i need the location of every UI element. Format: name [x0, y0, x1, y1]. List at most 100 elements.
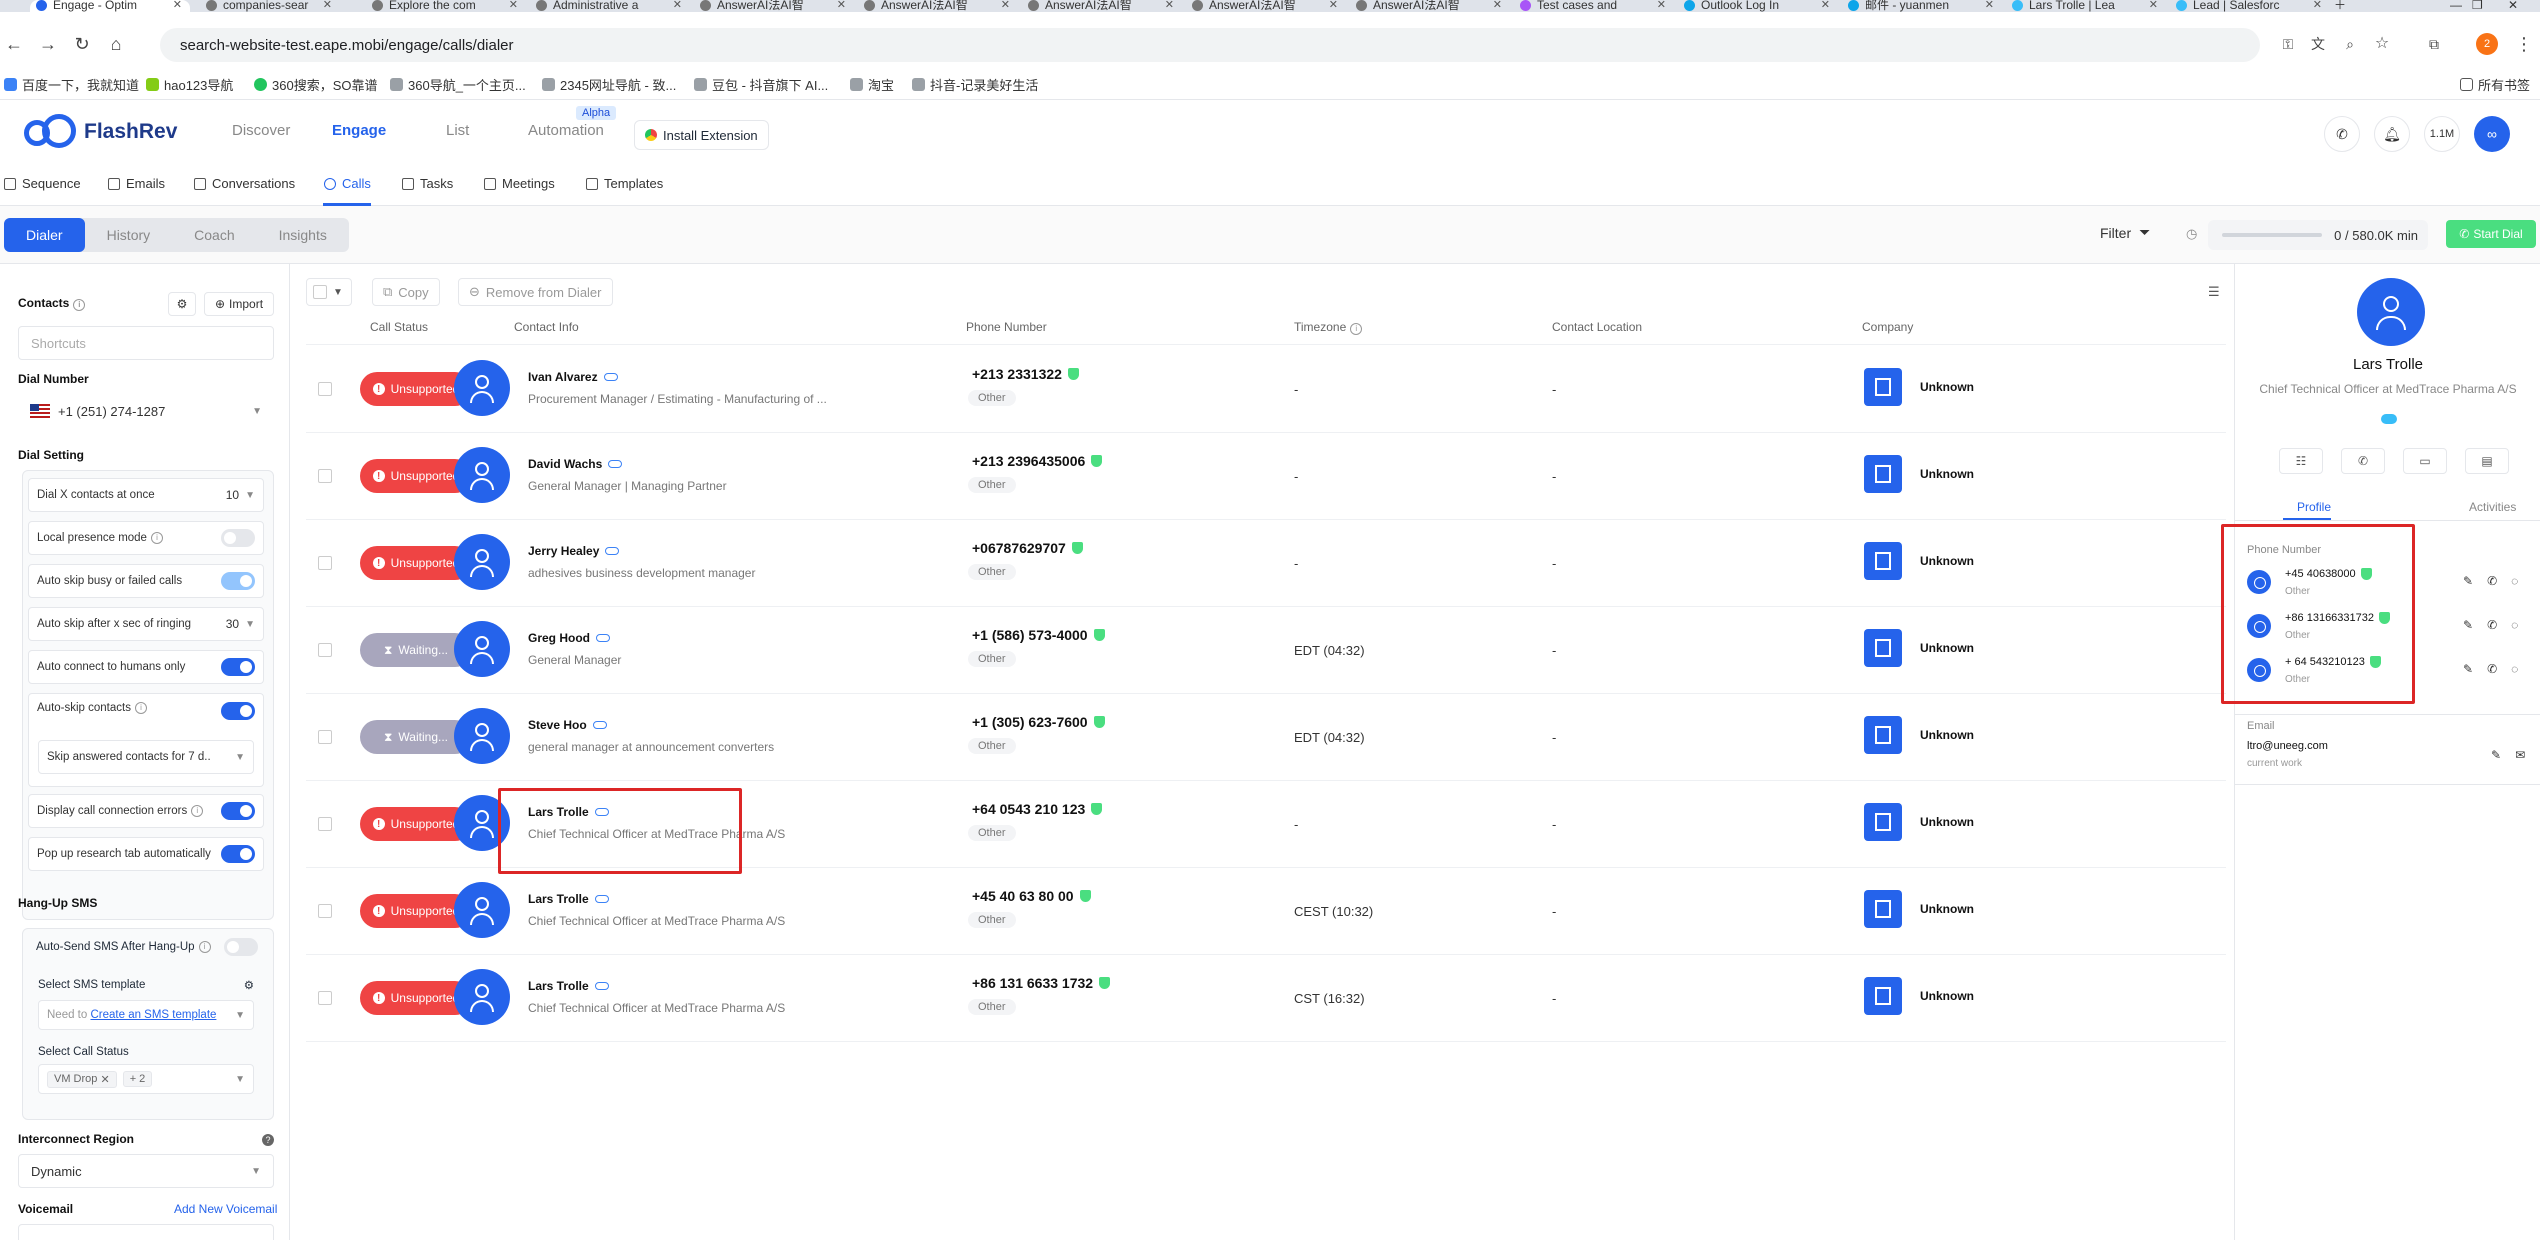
- extensions-icon[interactable]: ⧉: [2422, 32, 2446, 56]
- subnav-conversations[interactable]: Conversations: [194, 176, 295, 191]
- contact-avatar[interactable]: [454, 708, 510, 764]
- skip-answered-select[interactable]: Skip answered contacts for 7 d.. ▼: [38, 740, 254, 774]
- phone-icon[interactable]: ✆: [2324, 116, 2360, 152]
- bookmark-item[interactable]: 豆包 - 抖音旗下 AI...: [694, 75, 828, 94]
- close-tab-icon[interactable]: ✕: [1001, 0, 1018, 11]
- contact-name[interactable]: David Wachs: [528, 457, 623, 471]
- close-tab-icon[interactable]: ✕: [1657, 0, 1674, 11]
- subnav-sequence[interactable]: Sequence: [4, 176, 81, 191]
- salesforce-icon[interactable]: [2381, 414, 2397, 424]
- contact-name[interactable]: Lars Trolle: [528, 979, 609, 993]
- contact-avatar[interactable]: [454, 969, 510, 1025]
- browser-tab[interactable]: Lead | Salesforc ✕: [2170, 0, 2330, 12]
- contact-name[interactable]: Ivan Alvarez: [528, 370, 618, 384]
- table-row[interactable]: ! Unsupported Lars Trolle Chief Technical O…: [306, 955, 2226, 1042]
- table-row[interactable]: ! Unsupported Lars Trolle Chief Technical O…: [306, 868, 2226, 955]
- video-icon[interactable]: ▭: [2403, 448, 2447, 474]
- sms-icon[interactable]: ◌: [2511, 618, 2518, 632]
- auto-skip-busy-toggle[interactable]: [221, 572, 255, 590]
- gear-icon[interactable]: ⚙: [244, 978, 254, 992]
- phone-number[interactable]: +64 0543 210 123: [972, 801, 1103, 817]
- popup-research-toggle[interactable]: [221, 845, 255, 863]
- row-checkbox[interactable]: [318, 817, 332, 831]
- phone-number[interactable]: +86 131 6633 1732: [972, 975, 1111, 991]
- minimize-icon[interactable]: —: [2450, 0, 2470, 12]
- sms-icon[interactable]: ◌: [2511, 662, 2518, 676]
- contact-name[interactable]: Steve Hoo: [528, 718, 607, 732]
- bookmark-item[interactable]: hao123导航: [146, 75, 233, 94]
- row-checkbox[interactable]: [318, 730, 332, 744]
- import-button[interactable]: ⊕ Import: [204, 292, 274, 316]
- create-sms-template-link[interactable]: Create an SMS template: [90, 1009, 216, 1021]
- profile-badge[interactable]: 2: [2476, 33, 2498, 55]
- phone-number[interactable]: +1 (305) 623-7600: [972, 714, 1105, 730]
- add-to-list-icon[interactable]: ☷: [2279, 448, 2323, 474]
- columns-menu-icon[interactable]: ☰: [2208, 284, 2220, 300]
- nav-list[interactable]: List: [446, 122, 469, 139]
- document-icon[interactable]: ▤: [2465, 448, 2509, 474]
- close-tab-icon[interactable]: ✕: [1165, 0, 1182, 11]
- table-row[interactable]: ! Unsupported Jerry Healey adhesives busine…: [306, 520, 2226, 607]
- browser-tab[interactable]: Lars Trolle | Lea ✕: [2006, 0, 2166, 12]
- close-tab-icon[interactable]: ✕: [1329, 0, 1346, 11]
- close-tab-icon[interactable]: ✕: [173, 0, 190, 11]
- bookmark-item[interactable]: 360导航_一个主页...: [390, 75, 526, 94]
- table-row[interactable]: ! Unsupported David Wachs General Manager |…: [306, 433, 2226, 520]
- window-close-icon[interactable]: ✕: [2508, 0, 2528, 12]
- new-tab-button[interactable]: ＋: [2334, 0, 2354, 12]
- bookmark-item[interactable]: 淘宝: [850, 75, 894, 94]
- start-dial-button[interactable]: ✆ Start Dial: [2446, 220, 2536, 248]
- close-tab-icon[interactable]: ✕: [2149, 0, 2166, 11]
- browser-tab[interactable]: Test cases and ✕: [1514, 0, 1674, 12]
- edit-icon[interactable]: ✎: [2463, 574, 2473, 588]
- close-tab-icon[interactable]: ✕: [1821, 0, 1838, 11]
- phone-number[interactable]: +213 2331322: [972, 366, 1079, 382]
- interconnect-region-select[interactable]: Dynamic ▼: [18, 1154, 274, 1188]
- install-extension-button[interactable]: Install Extension: [634, 120, 769, 150]
- browser-tab[interactable]: AnswerAI法AI智 ✕: [1022, 0, 1182, 12]
- copy-button[interactable]: ⧉ Copy: [372, 278, 440, 306]
- call-icon[interactable]: ✆: [2487, 618, 2497, 632]
- contact-name[interactable]: Greg Hood: [528, 631, 610, 645]
- mode-coach[interactable]: Coach: [172, 218, 256, 252]
- add-voicemail-link[interactable]: Add New Voicemail: [174, 1202, 277, 1216]
- auto-skip-after-row[interactable]: Auto skip after x sec of ringing 30 ▼: [28, 607, 264, 641]
- edit-icon[interactable]: ✎: [2491, 748, 2501, 762]
- back-icon[interactable]: ←: [2, 32, 26, 56]
- auto-send-sms-toggle[interactable]: [224, 938, 258, 956]
- zoom-icon[interactable]: ⌕: [2338, 32, 2362, 56]
- contact-avatar[interactable]: [454, 882, 510, 938]
- dial-x-contacts-row[interactable]: Dial X contacts at once 10 ▼: [28, 478, 264, 512]
- phone-number[interactable]: +06787629707: [972, 540, 1083, 556]
- send-email-icon[interactable]: ✉: [2515, 748, 2525, 762]
- all-bookmarks[interactable]: 所有书签: [2460, 75, 2530, 94]
- nav-discover[interactable]: Discover: [232, 122, 290, 139]
- close-tab-icon[interactable]: ✕: [509, 0, 526, 11]
- translate-icon[interactable]: 文: [2306, 32, 2330, 56]
- call-icon[interactable]: ✆: [2487, 574, 2497, 588]
- subnav-tasks[interactable]: Tasks: [402, 176, 453, 191]
- browser-tab[interactable]: AnswerAI法AI智 ✕: [694, 0, 854, 12]
- maximize-icon[interactable]: ❐: [2472, 0, 2492, 12]
- mode-insights[interactable]: Insights: [257, 218, 349, 252]
- close-tab-icon[interactable]: ✕: [837, 0, 854, 11]
- remove-from-dialer-button[interactable]: ⊖ Remove from Dialer: [458, 278, 613, 306]
- row-checkbox[interactable]: [318, 991, 332, 1005]
- user-avatar[interactable]: ∞: [2474, 116, 2510, 152]
- select-all-dropdown[interactable]: ▼: [306, 278, 352, 306]
- reload-icon[interactable]: ↻: [70, 32, 94, 56]
- browser-tab[interactable]: AnswerAI法AI智 ✕: [1186, 0, 1346, 12]
- close-tab-icon[interactable]: ✕: [323, 0, 340, 11]
- display-errors-toggle[interactable]: [221, 802, 255, 820]
- tab-activities[interactable]: Activities: [2469, 500, 2516, 514]
- select-all-checkbox[interactable]: [313, 285, 327, 299]
- table-row[interactable]: ! Unsupported Ivan Alvarez Procurement Mana…: [306, 346, 2226, 433]
- tab-profile[interactable]: Profile: [2297, 500, 2331, 514]
- contact-name[interactable]: Lars Trolle: [528, 892, 609, 906]
- bookmark-item[interactable]: 2345网址导航 - 致...: [542, 75, 676, 94]
- browser-tab[interactable]: companies-sear ✕: [200, 0, 340, 12]
- browser-tab[interactable]: Administrative a ✕: [530, 0, 690, 12]
- sms-icon[interactable]: ◌: [2511, 574, 2518, 588]
- browser-menu-icon[interactable]: ⋮: [2512, 32, 2536, 56]
- flashrev-logo[interactable]: FlashRev: [24, 114, 177, 150]
